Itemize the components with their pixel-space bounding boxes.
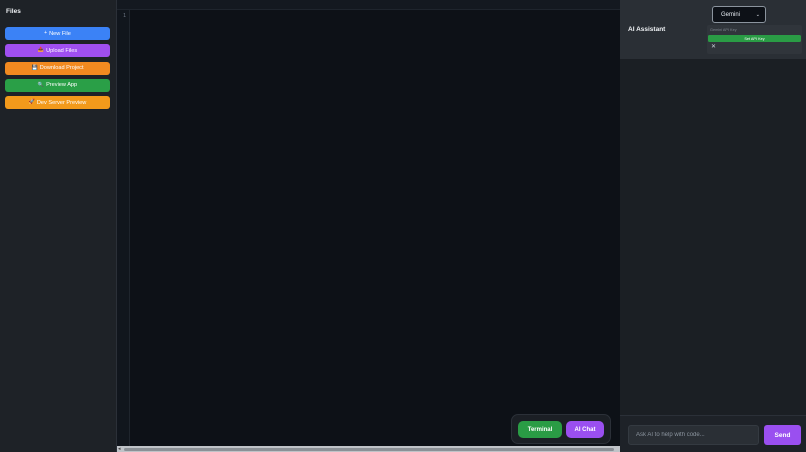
upload-icon: 📤 (37, 47, 45, 54)
set-api-key-button[interactable]: Set API Key (708, 35, 801, 42)
ai-provider-value: Gemini (721, 11, 741, 18)
line-number-gutter (117, 10, 130, 446)
magnifier-icon: 🔍 (37, 81, 45, 88)
terminal-toggle-button[interactable]: Terminal (518, 421, 562, 438)
ai-panel-title: AI Assistant (628, 26, 666, 33)
chat-input-bar: Send (620, 415, 806, 452)
api-key-input[interactable] (710, 26, 800, 33)
chevron-down-icon: ⌄ (755, 11, 760, 18)
upload-files-button[interactable]: 📤 Upload Files (5, 44, 110, 58)
ai-assistant-panel: AI Assistant Gemini ⌄ Set API Key ✕ Send (620, 0, 806, 452)
ai-provider-select[interactable]: Gemini ⌄ (712, 6, 766, 23)
chat-input[interactable] (628, 425, 759, 445)
sidebar-title: Files (6, 8, 21, 15)
line-number: 1 (123, 13, 127, 19)
preview-app-button[interactable]: 🔍 Preview App (5, 78, 110, 92)
rocket-icon: 🚀 (28, 99, 35, 106)
preview-app-label: Preview App (46, 82, 78, 89)
file-sidebar: Files + New File 📤 Upload Files 💾 Downlo… (0, 0, 117, 452)
api-key-box: Set API Key ✕ (707, 25, 802, 54)
download-project-label: Download Project (39, 65, 84, 72)
panel-toggle-bar: Terminal AI Chat (511, 414, 611, 444)
editor-tab-bar (117, 0, 620, 10)
send-button[interactable]: Send (764, 425, 801, 445)
scrollbar-thumb[interactable] (124, 447, 614, 451)
new-file-button[interactable]: + New File (5, 27, 110, 40)
download-project-button[interactable]: 💾 Download Project (5, 61, 110, 75)
ai-chat-toggle-button[interactable]: AI Chat (566, 421, 604, 438)
dev-server-preview-button[interactable]: 🚀 Dev Server Preview (5, 96, 110, 110)
horizontal-scrollbar[interactable]: ◂ (117, 446, 620, 452)
floppy-disk-icon: 💾 (31, 64, 38, 71)
code-editor[interactable]: 1 ◂ (117, 0, 620, 452)
new-file-label: New File (49, 30, 71, 37)
scroll-left-icon[interactable]: ◂ (118, 446, 121, 452)
plus-icon: + (44, 30, 48, 36)
chat-messages-area (620, 59, 806, 415)
close-icon[interactable]: ✕ (711, 43, 716, 51)
upload-files-label: Upload Files (46, 47, 78, 54)
dev-server-preview-label: Dev Server Preview (36, 99, 87, 106)
app-root: Files + New File 📤 Upload Files 💾 Downlo… (0, 0, 806, 452)
ai-panel-header: AI Assistant Gemini ⌄ Set API Key ✕ (620, 0, 806, 59)
